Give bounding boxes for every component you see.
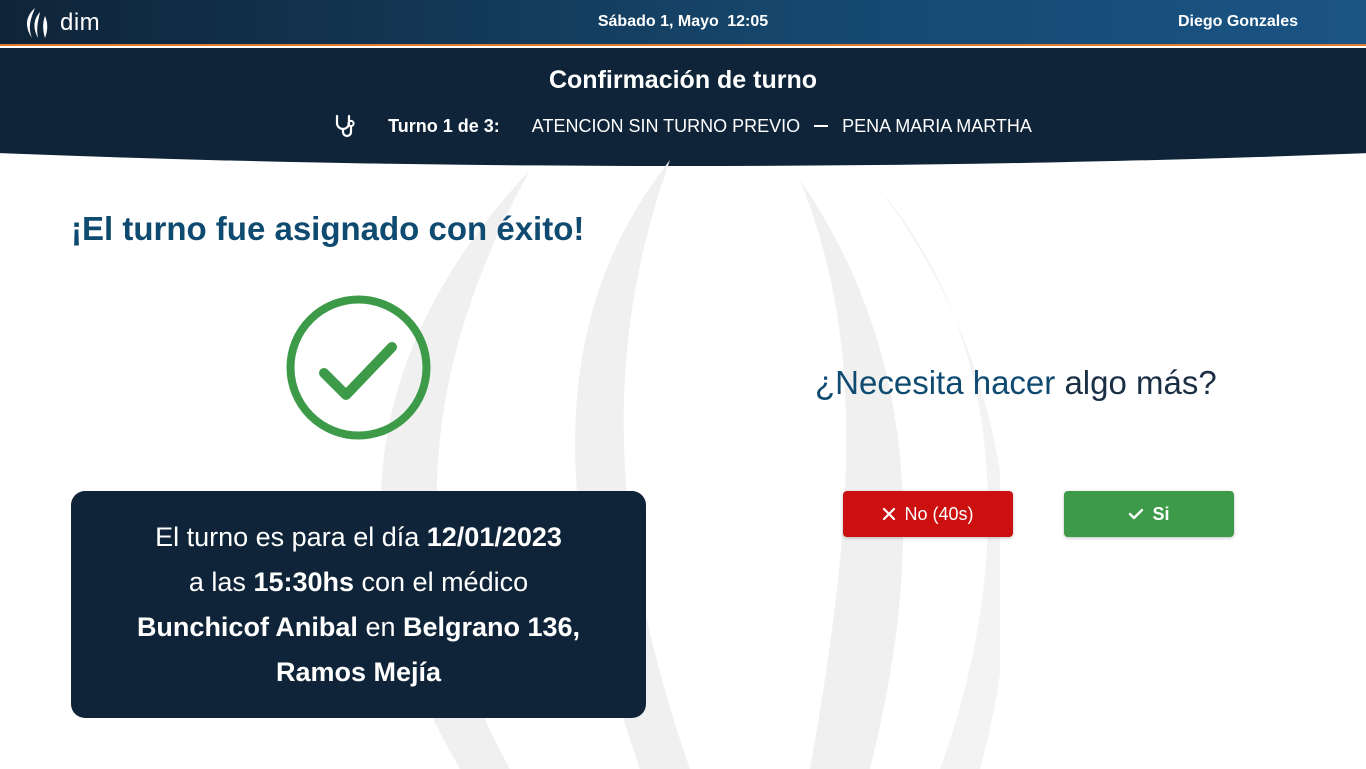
- si-button[interactable]: Si: [1064, 491, 1234, 537]
- no-button-label: No (40s): [904, 503, 974, 524]
- close-icon: [883, 507, 896, 521]
- turno-details-box: El turno es para el día 12/01/2023 a las…: [71, 491, 646, 718]
- success-title: ¡El turno fue asignado con éxito!: [71, 210, 585, 247]
- turno-date: 12/01/2023: [426, 521, 562, 552]
- turno-details-text: El turno es para el día 12/01/2023 a las…: [136, 521, 581, 687]
- turno-doctor: Bunchicof Anibal: [136, 611, 358, 642]
- check-icon: [1129, 508, 1144, 520]
- turno-time: 15:30hs: [253, 566, 355, 597]
- no-button[interactable]: No (40s): [843, 491, 1013, 537]
- followup-question: ¿Necesita hacer algo más?: [815, 364, 1217, 401]
- check-circle-icon: [286, 295, 431, 440]
- si-button-label: Si: [1152, 503, 1170, 524]
